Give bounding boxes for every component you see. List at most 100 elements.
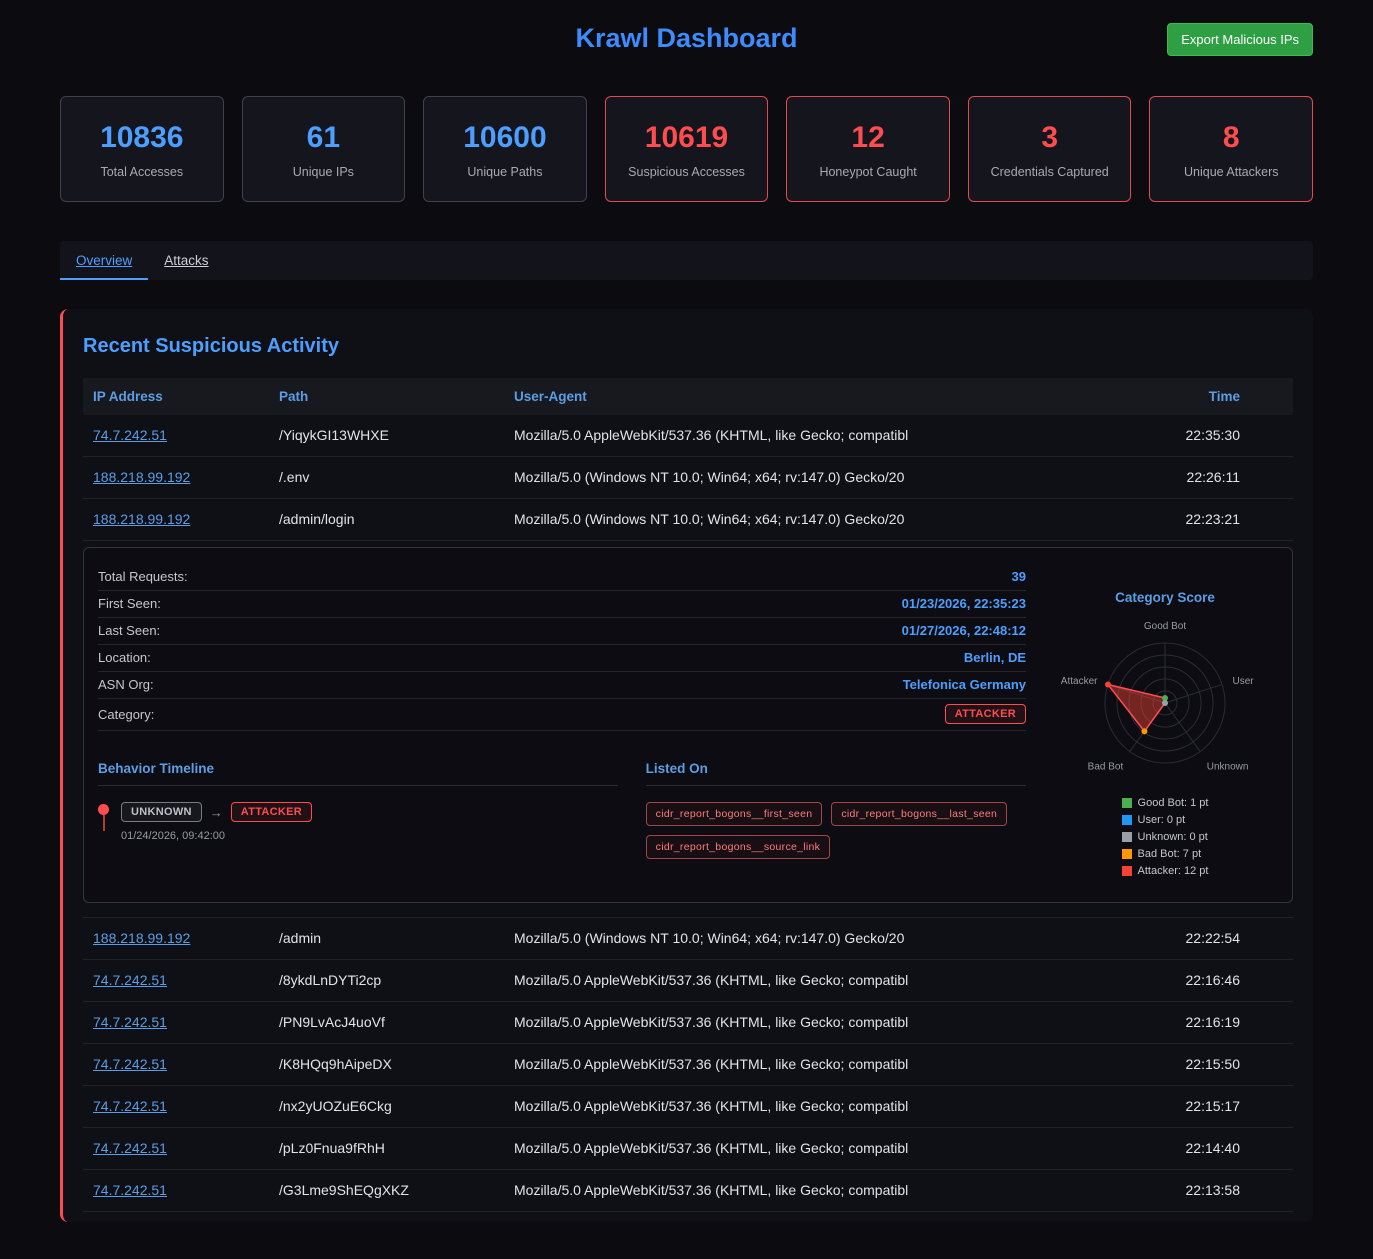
category-to-badge: ATTACKER [231,802,312,822]
user-agent-cell: Mozilla/5.0 AppleWebKit/537.36 (KHTML, l… [504,1044,1133,1086]
export-malicious-ips-button[interactable]: Export Malicious IPs [1167,23,1313,56]
ip-link[interactable]: 74.7.242.51 [93,1182,167,1198]
detail-field-label: ASN Org: [98,677,154,692]
time-cell: 22:14:40 [1133,1128,1293,1170]
ip-link[interactable]: 74.7.242.51 [93,1098,167,1114]
detail-field-label: Location: [98,650,151,665]
ip-link[interactable]: 188.218.99.192 [93,511,190,527]
legend-item: Unknown: 0 pt [1122,831,1209,843]
svg-text:Attacker: Attacker [1061,676,1098,687]
radar-chart-title: Category Score [1052,590,1278,605]
listed-on-badge-list: cidr_report_bogons__first_seen cidr_repor… [646,802,1026,859]
stat-value: 10600 [432,121,578,155]
column-header-time: Time [1133,378,1293,415]
stat-label: Suspicious Accesses [614,165,760,179]
table-row[interactable]: 74.7.242.51 /pLz0Fnua9fRhH Mozilla/5.0 A… [83,1128,1293,1170]
tab-attacks[interactable]: Attacks [148,241,224,280]
time-cell: 22:13:58 [1133,1170,1293,1212]
category-badge: ATTACKER [945,704,1026,724]
dashboard-root: Krawl Dashboard Export Malicious IPs 108… [60,0,1313,1222]
detail-field-row: Last Seen:01/27/2026, 22:48:12 [98,618,1026,645]
listed-on-section: Listed On cidr_report_bogons__first_seen… [646,761,1026,859]
stat-value: 8 [1158,121,1304,155]
stat-label: Unique Attackers [1158,165,1304,179]
user-agent-cell: Mozilla/5.0 (Windows NT 10.0; Win64; x64… [504,457,1133,499]
ip-link[interactable]: 188.218.99.192 [93,469,190,485]
ip-link[interactable]: 74.7.242.51 [93,972,167,988]
legend-swatch [1122,798,1132,808]
path-cell: /K8HQq9hAipeDX [269,1044,504,1086]
table-row[interactable]: 74.7.242.51 /G3Lme9ShEQgXKZ Mozilla/5.0 … [83,1170,1293,1212]
table-row[interactable]: 74.7.242.51 /K8HQq9hAipeDX Mozilla/5.0 A… [83,1044,1293,1086]
top-bar: Krawl Dashboard Export Malicious IPs [60,0,1313,76]
table-row[interactable]: 74.7.242.51 /nx2yUOZuE6Ckg Mozilla/5.0 A… [83,1086,1293,1128]
time-cell: 22:16:19 [1133,1002,1293,1044]
time-cell: 22:23:21 [1133,499,1293,541]
table-row[interactable]: 74.7.242.51 /8ykdLnDYTi2cp Mozilla/5.0 A… [83,960,1293,1002]
ip-link[interactable]: 74.7.242.51 [93,1014,167,1030]
detail-field-value: Telefonica Germany [903,677,1026,692]
stats-row: 10836 Total Accesses 61 Unique IPs 10600… [60,96,1313,202]
path-cell: /admin/login [269,499,504,541]
ip-detail-fields-section: Total Requests:39First Seen:01/23/2026, … [98,564,1026,882]
detail-field-value: 01/23/2026, 22:35:23 [902,596,1026,611]
path-cell: /PN9LvAcJ4uoVf [269,1002,504,1044]
path-cell: /nx2yUOZuE6Ckg [269,1086,504,1128]
time-cell: 22:22:54 [1133,918,1293,960]
column-header-path: Path [269,378,504,415]
timeline-marker-icon [98,802,109,842]
ip-link[interactable]: 74.7.242.51 [93,427,167,443]
listed-on-badge[interactable]: cidr_report_bogons__source_link [646,835,831,859]
legend-swatch [1122,832,1132,842]
legend-swatch [1122,866,1132,876]
stat-card: 10619 Suspicious Accesses [605,96,769,202]
stat-card: 3 Credentials Captured [968,96,1132,202]
svg-text:Bad Bot: Bad Bot [1088,761,1124,772]
table-row[interactable]: 74.7.242.51 /PN9LvAcJ4uoVf Mozilla/5.0 A… [83,1002,1293,1044]
table-row[interactable]: 188.218.99.192 /admin/login Mozilla/5.0 … [83,499,1293,541]
timeline-event: UNKNOWN → ATTACKER 01/24/2026, 09:42:00 [98,802,618,842]
ip-link[interactable]: 74.7.242.51 [93,1056,167,1072]
legend-label: Unknown: 0 pt [1138,831,1208,843]
listed-on-badge[interactable]: cidr_report_bogons__last_seen [831,802,1007,826]
transition-arrow-icon: → [210,805,223,820]
listed-on-badge[interactable]: cidr_report_bogons__first_seen [646,802,823,826]
user-agent-cell: Mozilla/5.0 AppleWebKit/537.36 (KHTML, l… [504,1128,1133,1170]
column-header-ip: IP Address [83,378,269,415]
timeline-timestamp: 01/24/2026, 09:42:00 [121,830,312,842]
table-row[interactable]: 74.7.242.51 /YiqykGI13WHXE Mozilla/5.0 A… [83,415,1293,457]
tab-bar: Overview Attacks [60,241,1313,280]
user-agent-cell: Mozilla/5.0 (Windows NT 10.0; Win64; x64… [504,499,1133,541]
behavior-timeline-section: Behavior Timeline UNKNOWN [98,761,618,859]
stat-value: 3 [977,121,1123,155]
stat-value: 61 [251,121,397,155]
ip-detail-panel: Total Requests:39First Seen:01/23/2026, … [83,547,1293,903]
stat-label: Total Accesses [69,165,215,179]
svg-text:User: User [1233,676,1255,687]
stat-label: Honeypot Caught [795,165,941,179]
ip-link[interactable]: 188.218.99.192 [93,930,190,946]
stat-card: 61 Unique IPs [242,96,406,202]
legend-item: Attacker: 12 pt [1122,865,1209,877]
user-agent-cell: Mozilla/5.0 AppleWebKit/537.36 (KHTML, l… [504,415,1133,457]
tab-overview[interactable]: Overview [60,241,148,280]
stat-label: Unique IPs [251,165,397,179]
radar-chart-legend: Good Bot: 1 ptUser: 0 ptUnknown: 0 ptBad… [1122,797,1209,882]
legend-swatch [1122,849,1132,859]
ip-link[interactable]: 74.7.242.51 [93,1140,167,1156]
detail-field-row: First Seen: 01/23/2026, 22:35:23 [98,591,1026,618]
ip-detail-field-list: Total Requests:39First Seen:01/23/2026, … [98,564,1026,731]
ip-detail-row: Total Requests:39First Seen:01/23/2026, … [83,541,1293,918]
page-title: Krawl Dashboard [575,23,797,54]
category-from-badge: UNKNOWN [121,802,202,822]
detail-field-label: First Seen: [98,596,161,611]
table-row[interactable]: 188.218.99.192 /.env Mozilla/5.0 (Window… [83,457,1293,499]
time-cell: 22:15:17 [1133,1086,1293,1128]
suspicious-activity-table: IP Address Path User-Agent Time 74.7.242… [83,378,1293,1212]
table-row[interactable]: 188.218.99.192 /admin Mozilla/5.0 (Windo… [83,918,1293,960]
detail-field-value: 01/27/2026, 22:48:12 [902,623,1026,638]
stat-label: Credentials Captured [977,165,1123,179]
legend-label: User: 0 pt [1138,814,1186,826]
detail-field-label: Category: [98,707,154,722]
detail-field-row: ASN Org: Telefonica Germany [98,672,1026,699]
